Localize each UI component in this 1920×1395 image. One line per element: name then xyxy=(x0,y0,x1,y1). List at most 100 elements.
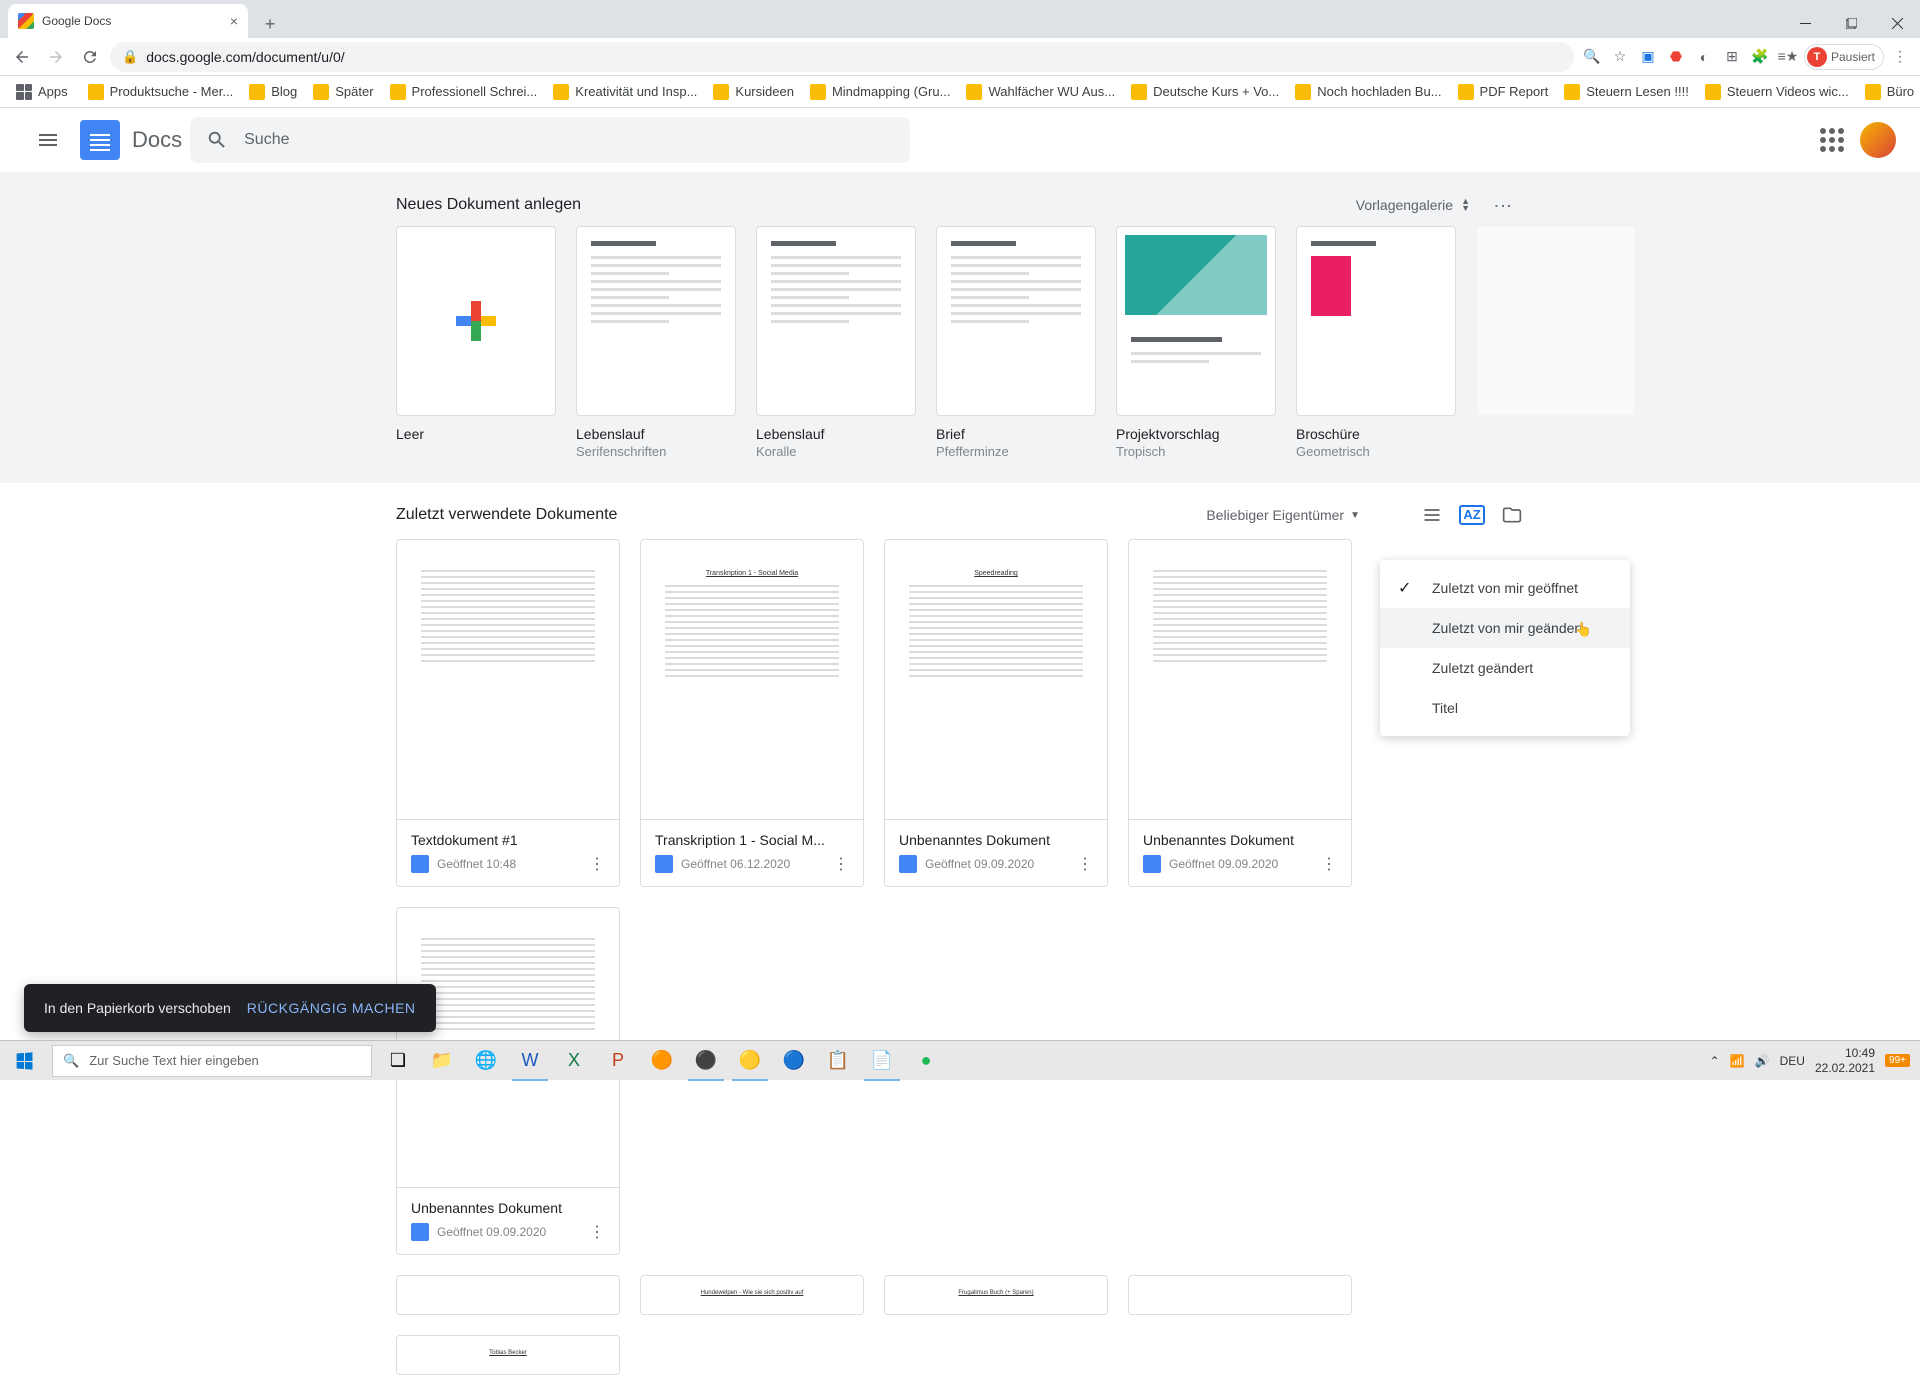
volume-icon[interactable]: 🔊 xyxy=(1755,1054,1770,1068)
sort-options-button[interactable]: AZ xyxy=(1460,503,1484,527)
notepad-icon[interactable]: 📄 xyxy=(860,1041,904,1081)
obs-icon[interactable]: ⚫ xyxy=(684,1041,728,1081)
language-indicator[interactable]: DEU xyxy=(1780,1054,1805,1068)
bookmark-item[interactable]: PDF Report xyxy=(1450,80,1557,104)
extension-icon[interactable]: ▣ xyxy=(1636,45,1660,69)
document-card[interactable] xyxy=(1128,1275,1352,1315)
google-apps-button[interactable] xyxy=(1820,128,1844,152)
template-card[interactable]: ProjektvorschlagTropisch xyxy=(1116,226,1276,459)
spotify-icon[interactable]: ● xyxy=(904,1041,948,1081)
bookmark-item[interactable]: Mindmapping (Gru... xyxy=(802,80,959,104)
template-card[interactable]: LebenslaufSerifenschriften xyxy=(576,226,736,459)
tray-chevron-icon[interactable]: ⌃ xyxy=(1710,1054,1720,1068)
document-card[interactable]: Transkription 1 - Social MediaTranskript… xyxy=(640,539,864,887)
zoom-icon[interactable]: 🔍 xyxy=(1580,45,1604,69)
doc-more-button[interactable]: ⋮ xyxy=(1321,854,1337,874)
owner-filter-dropdown[interactable]: Beliebiger Eigentümer ▼ xyxy=(1206,507,1360,523)
bookmark-item[interactable]: Büro xyxy=(1857,80,1920,104)
chrome-menu-icon[interactable]: ⋮ xyxy=(1888,45,1912,69)
sort-menu-item[interactable]: Zuletzt von mir geändert👆 xyxy=(1380,608,1630,648)
profile-button[interactable]: T Pausiert xyxy=(1804,44,1884,70)
maximize-button[interactable] xyxy=(1828,8,1874,38)
template-subtitle: Koralle xyxy=(756,444,916,459)
start-button[interactable] xyxy=(0,1041,48,1081)
template-thumb xyxy=(1116,226,1276,416)
tab-close-icon[interactable]: × xyxy=(230,13,238,29)
task-view-button[interactable]: ❏ xyxy=(376,1041,420,1081)
bookmark-item[interactable]: Kursideen xyxy=(705,80,802,104)
reading-list-icon[interactable]: ≡★ xyxy=(1776,45,1800,69)
search-icon xyxy=(206,129,228,151)
bookmark-item[interactable]: Steuern Lesen !!!! xyxy=(1556,80,1697,104)
sort-menu-item[interactable]: Zuletzt geändert xyxy=(1380,648,1630,688)
bookmark-item[interactable]: Kreativität und Insp... xyxy=(545,80,705,104)
wifi-icon[interactable]: 📶 xyxy=(1730,1054,1745,1068)
doc-date: Geöffnet 09.09.2020 xyxy=(437,1225,581,1239)
close-window-button[interactable] xyxy=(1874,8,1920,38)
extensions-puzzle-icon[interactable]: 🧩 xyxy=(1748,45,1772,69)
taskbar-search[interactable]: 🔍 Zur Suche Text hier eingeben xyxy=(52,1045,372,1077)
bookmark-item[interactable]: Blog xyxy=(241,80,305,104)
reload-button[interactable] xyxy=(76,43,104,71)
extension-icon[interactable]: ⊞ xyxy=(1720,45,1744,69)
sort-menu-item[interactable]: Titel xyxy=(1380,688,1630,728)
list-view-button[interactable] xyxy=(1420,503,1444,527)
taskbar-app-icon[interactable]: 🌐 xyxy=(464,1041,508,1081)
excel-icon[interactable]: X xyxy=(552,1041,596,1081)
browser-tab[interactable]: Google Docs × xyxy=(8,4,248,38)
powerpoint-icon[interactable]: P xyxy=(596,1041,640,1081)
main-menu-button[interactable] xyxy=(24,116,72,164)
doc-more-button[interactable]: ⋮ xyxy=(589,1222,605,1242)
doc-more-button[interactable]: ⋮ xyxy=(833,854,849,874)
account-avatar[interactable] xyxy=(1860,122,1896,158)
taskbar-app-icon[interactable]: 🟠 xyxy=(640,1041,684,1081)
bookmark-star-icon[interactable]: ☆ xyxy=(1608,45,1632,69)
extension-icon[interactable]: ◐ xyxy=(1692,45,1716,69)
templates-more-button[interactable]: ⋮ xyxy=(1482,197,1524,213)
doc-more-button[interactable]: ⋮ xyxy=(1077,854,1093,874)
template-card[interactable]: BroschüreGeometrisch xyxy=(1296,226,1456,459)
document-card[interactable]: Tobias Becker xyxy=(396,1335,620,1375)
forward-button[interactable] xyxy=(42,43,70,71)
document-card[interactable] xyxy=(396,1275,620,1315)
document-card[interactable]: Frugalimus Buch (+ Sparen) xyxy=(884,1275,1108,1315)
bookmark-item[interactable]: Wahlfächer WU Aus... xyxy=(958,80,1123,104)
file-explorer-icon[interactable]: 📁 xyxy=(420,1041,464,1081)
template-card[interactable]: BriefPfefferminze xyxy=(936,226,1096,459)
bookmark-item[interactable]: Deutsche Kurs + Vo... xyxy=(1123,80,1287,104)
bookmark-item[interactable]: Später xyxy=(305,80,381,104)
open-file-picker-button[interactable] xyxy=(1500,503,1524,527)
template-gallery-button[interactable]: Vorlagengalerie ▲▼ xyxy=(1356,197,1470,213)
bookmarks-bar: Apps Produktsuche - Mer...BlogSpäterProf… xyxy=(0,76,1920,108)
lock-icon: 🔒 xyxy=(122,49,138,65)
word-icon[interactable]: W xyxy=(508,1041,552,1081)
sort-menu-item[interactable]: ✓Zuletzt von mir geöffnet xyxy=(1380,568,1630,608)
apps-shortcut[interactable]: Apps xyxy=(8,80,76,104)
undo-button[interactable]: RÜCKGÄNGIG MACHEN xyxy=(247,1000,416,1016)
bookmark-item[interactable]: Produktsuche - Mer... xyxy=(80,80,242,104)
clock[interactable]: 10:49 22.02.2021 xyxy=(1815,1046,1875,1075)
template-card[interactable]: LebenslaufKoralle xyxy=(756,226,916,459)
bookmark-item[interactable]: Professionell Schrei... xyxy=(382,80,546,104)
edge-icon[interactable]: 🔵 xyxy=(772,1041,816,1081)
document-card[interactable]: Unbenanntes DokumentGeöffnet 09.09.2020⋮ xyxy=(1128,539,1352,887)
search-input[interactable]: Suche xyxy=(190,117,910,163)
document-card[interactable]: Textdokument #1Geöffnet 10:48⋮ xyxy=(396,539,620,887)
docs-logo-icon[interactable] xyxy=(80,120,120,160)
url-field[interactable]: 🔒 docs.google.com/document/u/0/ xyxy=(110,42,1574,72)
back-button[interactable] xyxy=(8,43,36,71)
document-card[interactable]: SpeedreadingUnbenanntes DokumentGeöffnet… xyxy=(884,539,1108,887)
extension-icon[interactable]: ⬣ xyxy=(1664,45,1688,69)
document-card[interactable]: Hundewelpen - Wie sie sich positiv auf xyxy=(640,1275,864,1315)
notifications-button[interactable]: 99+ xyxy=(1885,1054,1910,1067)
new-tab-button[interactable]: + xyxy=(256,10,284,38)
template-card[interactable]: Leer xyxy=(396,226,556,459)
chrome-icon[interactable]: 🟡 xyxy=(728,1041,772,1081)
bookmark-item[interactable]: Noch hochladen Bu... xyxy=(1287,80,1449,104)
taskbar-app-icon[interactable]: 📋 xyxy=(816,1041,860,1081)
minimize-button[interactable] xyxy=(1782,8,1828,38)
doc-more-button[interactable]: ⋮ xyxy=(589,854,605,874)
cursor-icon: 👆 xyxy=(1575,621,1592,638)
document-card[interactable]: Unbenanntes DokumentGeöffnet 09.09.2020⋮ xyxy=(396,907,620,1255)
bookmark-item[interactable]: Steuern Videos wic... xyxy=(1697,80,1857,104)
